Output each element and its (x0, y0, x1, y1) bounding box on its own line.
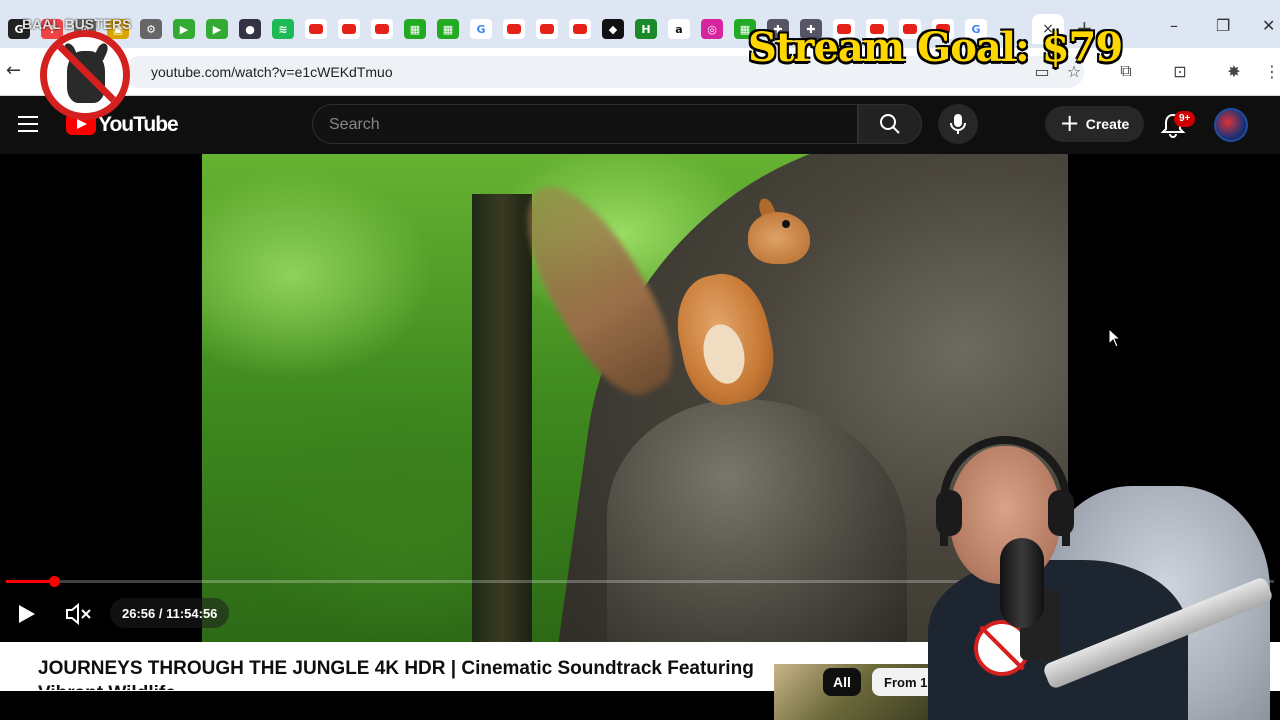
voice-search-button[interactable] (938, 104, 978, 144)
search-button[interactable] (858, 104, 922, 144)
mouse-cursor-icon (1108, 328, 1122, 348)
background-tree-trunk (472, 194, 532, 642)
instagram-icon[interactable]: ◎ (701, 19, 723, 39)
profile-extension-icon[interactable]: ✸ (1224, 61, 1244, 81)
url-text[interactable]: youtube.com/watch?v=e1cWEKdTmuo (151, 64, 393, 80)
account-avatar[interactable] (1214, 108, 1248, 142)
progress-scrubber-handle[interactable] (49, 576, 60, 587)
play-icon[interactable]: ▶ (173, 19, 195, 39)
play-icon[interactable]: ▶ (206, 19, 228, 39)
browser-menu-icon[interactable]: ⋮ (1262, 61, 1280, 81)
window-restore-button[interactable]: ❐ (1216, 16, 1230, 35)
window-close-button[interactable]: ✕ (1262, 16, 1275, 35)
chart-icon[interactable]: ▦ (404, 19, 426, 39)
squirrel-eye (782, 220, 790, 228)
squirrel-head (748, 212, 810, 264)
record-icon[interactable]: ● (239, 19, 261, 39)
overlay-brand-text: BAAL BUSTERS (22, 16, 132, 32)
gear-icon[interactable]: ⚙ (140, 19, 162, 39)
headphone-earcup-right (1048, 490, 1074, 536)
create-label: Create (1085, 116, 1130, 132)
microphone (1000, 538, 1044, 628)
youtube-icon[interactable] (305, 19, 327, 39)
streamer-webcam (920, 430, 1280, 720)
window-minimize-button[interactable]: – (1170, 16, 1178, 35)
muted-volume-icon[interactable] (64, 602, 92, 626)
video-title: JOURNEYS THROUGH THE JUNGLE 4K HDR | Cin… (38, 658, 754, 690)
search-placeholder[interactable]: Search (329, 116, 380, 134)
menu-icon[interactable] (18, 116, 38, 132)
notification-count-badge: 9+ (1174, 111, 1196, 127)
tab-search-icon[interactable]: ⊡ (1170, 61, 1190, 81)
chart-icon[interactable]: ▦ (437, 19, 459, 39)
youtube-icon[interactable] (536, 19, 558, 39)
back-arrow-icon[interactable]: ← (6, 60, 21, 81)
create-button[interactable]: + Create (1045, 106, 1144, 142)
google-icon[interactable]: G (470, 19, 492, 39)
play-icon[interactable] (14, 602, 38, 626)
time-display: 26:56 / 11:54:56 (110, 598, 230, 628)
box-icon[interactable]: ◆ (602, 19, 624, 39)
no-baal-logo-icon (40, 30, 130, 120)
stream-goal-text: Stream Goal: $79 (748, 24, 1123, 71)
search-icon (880, 114, 900, 134)
youtube-wordmark[interactable]: YouTube (98, 113, 179, 137)
chip-all[interactable]: All (823, 668, 861, 696)
spotify-icon[interactable]: ≋ (272, 19, 294, 39)
microphone-icon (950, 114, 966, 134)
search-input[interactable] (312, 104, 858, 144)
plus-icon: + (1059, 108, 1080, 137)
headphone-earcup-left (936, 490, 962, 536)
progress-bar-played (6, 580, 54, 583)
youtube-icon[interactable] (371, 19, 393, 39)
amazon-icon[interactable]: a (668, 19, 690, 39)
h-icon[interactable]: H (635, 19, 657, 39)
youtube-icon[interactable] (338, 19, 360, 39)
youtube-icon[interactable] (569, 19, 591, 39)
youtube-icon[interactable] (503, 19, 525, 39)
